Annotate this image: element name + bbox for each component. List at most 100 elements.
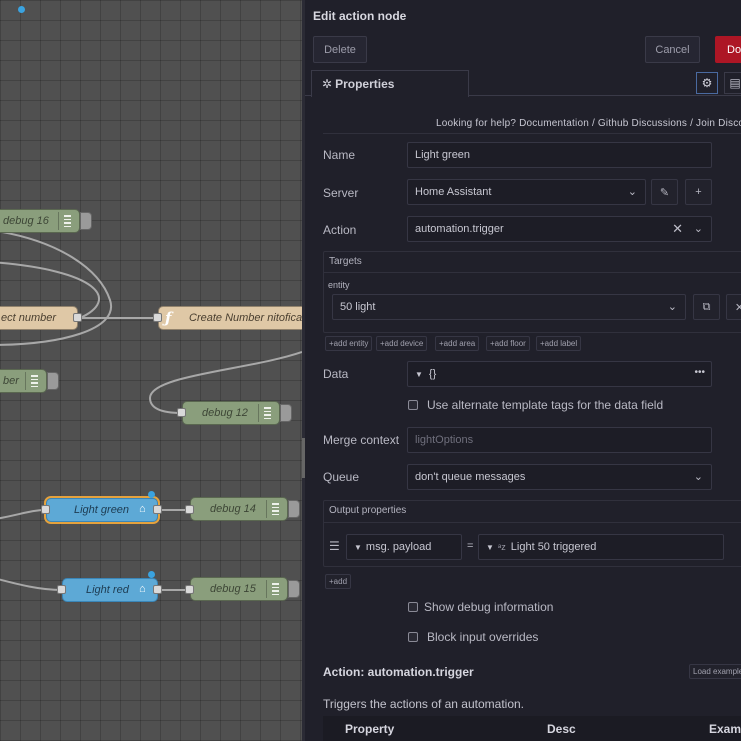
copy-button[interactable]: ⧉ — [693, 294, 720, 320]
debug-button[interactable] — [288, 500, 300, 518]
panel-header: Edit action node — [305, 0, 741, 32]
merge-context-input[interactable]: lightOptions — [407, 427, 712, 453]
queue-value: don't queue messages — [415, 471, 526, 483]
add-server-button[interactable]: + — [685, 179, 712, 205]
delete-button[interactable]: Delete — [313, 36, 367, 63]
alt-template-label: Use alternate template tags for the data… — [427, 398, 664, 412]
tab-properties[interactable]: ✲ Properties — [311, 70, 469, 97]
output-port[interactable] — [153, 505, 162, 514]
router-icon: ⌂ — [139, 503, 146, 515]
debug-button[interactable] — [280, 404, 292, 422]
settings-tab-button[interactable]: ⚙ — [696, 72, 718, 94]
node-debug-12[interactable]: debug 12 — [182, 401, 280, 425]
action-select[interactable]: automation.trigger ✕ ⌄ — [407, 216, 712, 242]
node-debug-15[interactable]: debug 15 — [190, 577, 288, 601]
col-desc: Desc — [547, 722, 576, 736]
remove-entity-button[interactable]: ✕ — [726, 294, 741, 320]
type-dropdown-icon[interactable]: ▼ — [486, 543, 494, 552]
node-debug-14[interactable]: debug 14 — [190, 497, 288, 521]
output-property-input[interactable]: ▼ msg. payload — [346, 534, 462, 560]
input-port[interactable] — [185, 505, 194, 514]
debug-button[interactable] — [47, 372, 59, 390]
server-value: Home Assistant — [415, 186, 492, 198]
chip-label: add label — [544, 339, 578, 348]
panel-title: Edit action node — [313, 9, 407, 23]
tab-bar: ✲ Properties ⚙ ▤ — [305, 70, 741, 97]
node-light-red[interactable]: Light red ⌂ — [62, 578, 158, 602]
help-links[interactable]: Looking for help? Documentation / Github… — [436, 118, 741, 129]
gear-icon: ✲ — [322, 77, 333, 91]
chevron-down-icon: ⌄ — [693, 471, 703, 483]
targets-box — [323, 251, 741, 333]
changed-dot — [148, 491, 155, 498]
description-tab-button[interactable]: ▤ — [724, 72, 741, 94]
block-overrides-checkbox[interactable] — [408, 632, 418, 642]
debug-button[interactable] — [80, 212, 92, 230]
show-debug-label: Show debug information — [424, 600, 554, 614]
col-property: Property — [345, 722, 395, 736]
input-port[interactable] — [57, 585, 66, 594]
edit-server-button[interactable]: ✎ — [651, 179, 678, 205]
name-input[interactable]: Light green — [407, 142, 712, 168]
node-label: debug 15 — [210, 583, 256, 595]
debug-toggle-icon — [258, 404, 276, 422]
add-area-button[interactable]: + add area — [435, 336, 480, 351]
output-properties-label: Output properties — [329, 505, 407, 516]
add-output-button[interactable]: + add — [325, 574, 352, 589]
output-value-input[interactable]: ▼ ᵃz Light 50 triggered — [478, 534, 724, 560]
merge-context-label: Merge context — [323, 433, 400, 447]
debug-toggle-icon — [25, 372, 43, 390]
clear-icon[interactable]: ✕ — [672, 221, 683, 237]
alt-template-checkbox[interactable] — [408, 400, 418, 410]
done-button[interactable]: Done — [715, 36, 741, 63]
chip-label: add floor — [494, 339, 526, 348]
entity-select[interactable]: 50 light ⌄ — [332, 294, 686, 320]
more-icon[interactable]: ••• — [694, 367, 705, 378]
node-create-number[interactable]: ƒ Create Number nitofica — [158, 306, 302, 330]
gear-icon: ⚙ — [701, 76, 713, 90]
chevron-down-icon: ⌄ — [667, 301, 677, 313]
load-example-button[interactable]: Load example — [689, 664, 741, 679]
node-select-number[interactable]: ect number — [0, 306, 78, 330]
chevron-down-icon: ⌄ — [627, 186, 637, 198]
data-input[interactable]: ▼ {} ••• — [407, 361, 712, 387]
add-entity-button[interactable]: + add entity — [325, 336, 373, 351]
node-label: Light green — [74, 504, 130, 516]
server-select[interactable]: Home Assistant ⌄ — [407, 179, 646, 205]
node-label: ect number — [1, 312, 57, 324]
wire — [0, 578, 63, 591]
input-port[interactable] — [153, 313, 162, 322]
type-dropdown-icon[interactable]: ▼ — [354, 543, 362, 552]
node-debug-16[interactable]: debug 16 — [0, 209, 80, 233]
drag-handle-icon[interactable]: ☰ — [329, 539, 340, 553]
output-port[interactable] — [153, 585, 162, 594]
node-light-green[interactable]: Light green ⌂ — [44, 496, 160, 524]
add-floor-button[interactable]: + add floor — [486, 336, 530, 351]
pencil-icon: ✎ — [659, 186, 670, 199]
input-port[interactable] — [185, 585, 194, 594]
chip-label: add entity — [333, 339, 369, 348]
show-debug-checkbox[interactable] — [408, 602, 418, 612]
debug-button[interactable] — [288, 580, 300, 598]
function-icon: ƒ — [165, 309, 172, 327]
debug-toggle-icon — [266, 500, 284, 518]
close-icon: ✕ — [734, 301, 741, 314]
app-root: debug 16 ect number ƒ Create Number nito… — [0, 0, 741, 741]
output-port[interactable] — [73, 313, 82, 322]
entity-value: 50 light — [340, 301, 376, 313]
block-overrides-label: Block input overrides — [427, 630, 539, 644]
node-number-debug[interactable]: ber — [0, 369, 47, 393]
type-dropdown-icon[interactable]: ▼ — [415, 370, 423, 379]
input-port[interactable] — [177, 408, 186, 417]
chip-label: add — [333, 577, 348, 586]
plus-icon: + — [695, 186, 702, 198]
add-label-button[interactable]: + add label — [536, 336, 582, 351]
input-port[interactable] — [41, 505, 50, 514]
cancel-button[interactable]: Cancel — [645, 36, 700, 63]
divider-line — [323, 272, 741, 273]
add-device-button[interactable]: + add device — [376, 336, 428, 351]
flow-canvas[interactable]: debug 16 ect number ƒ Create Number nito… — [0, 0, 302, 741]
router-icon: ⌂ — [139, 583, 146, 595]
queue-select[interactable]: don't queue messages ⌄ — [407, 464, 712, 490]
queue-label: Queue — [323, 470, 360, 484]
